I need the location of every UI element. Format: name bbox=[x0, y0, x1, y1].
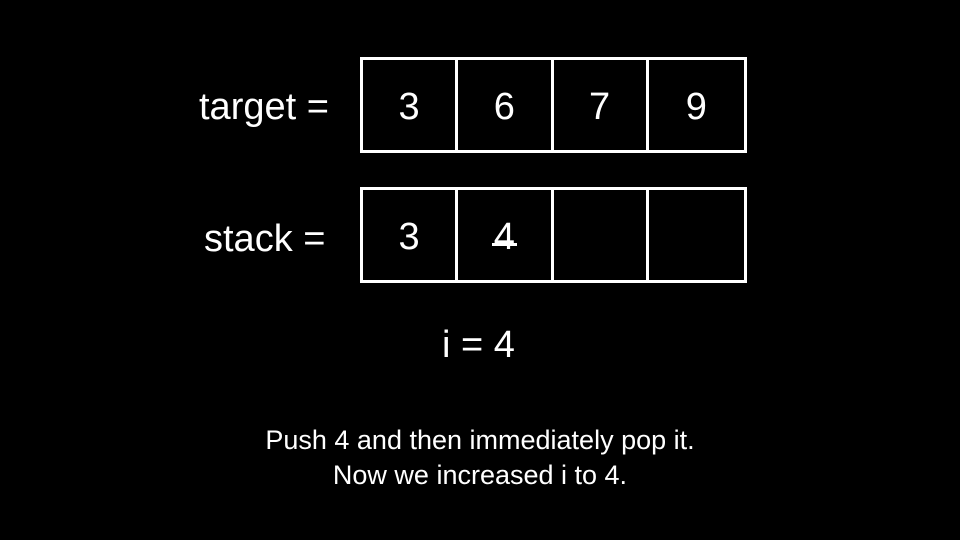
stack-array: 3 4 bbox=[360, 187, 747, 283]
stack-cell-popped: 4 bbox=[458, 190, 554, 280]
target-cell: 6 bbox=[458, 60, 554, 150]
stack-cell bbox=[554, 190, 649, 280]
target-cell: 3 bbox=[363, 60, 459, 150]
target-array: 3 6 7 9 bbox=[360, 57, 747, 153]
caption-line-1: Push 4 and then immediately pop it. bbox=[265, 425, 695, 455]
caption-line-2: Now we increased i to 4. bbox=[332, 460, 628, 490]
target-label: target = bbox=[199, 86, 329, 128]
stack-label: stack = bbox=[204, 218, 326, 260]
target-cell: 7 bbox=[554, 60, 649, 150]
stack-cell: 3 bbox=[363, 190, 459, 280]
stack-cell bbox=[649, 190, 744, 280]
target-cell: 9 bbox=[685, 86, 707, 128]
counter-label: i = 4 bbox=[442, 324, 515, 366]
popped-value: 4 bbox=[491, 216, 518, 258]
